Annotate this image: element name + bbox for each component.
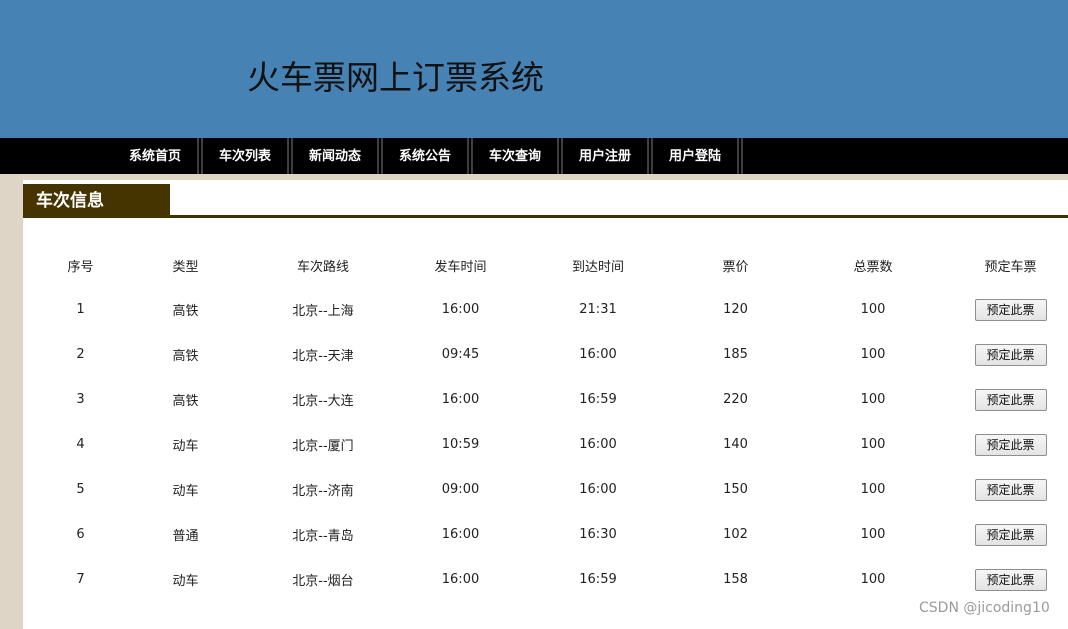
cell-book: 预定此票 [963,557,1058,602]
cell-arrival: 21:31 [579,302,617,317]
table-row: 4 动车 北京--厦门 10:59 16:00 140 100 预定此票 [23,422,1058,467]
cell-arrival: 16:59 [579,572,617,587]
nav-item-login[interactable]: 用户登陆 [653,138,743,174]
cell-index: 7 [76,572,85,587]
cell-departure: 16:00 [441,572,480,587]
cell-price: 102 [723,527,748,542]
column-header-arrival: 到达时间 [571,259,624,275]
nav-item-news[interactable]: 新闻动态 [293,138,383,174]
cell-book: 预定此票 [963,467,1058,512]
train-table: 序号 类型 车次路线 发车时间 到达时间 票价 总票数 预定车票 1 高铁 北京… [23,243,1058,602]
table-row: 7 动车 北京--烟台 16:00 16:59 158 100 预定此票 [23,557,1058,602]
cell-price: 150 [723,482,748,497]
nav-list: 系统首页 车次列表 新闻动态 系统公告 车次查询 用户注册 用户登陆 [113,138,743,174]
cell-price: 120 [723,302,748,317]
cell-price: 158 [723,572,748,587]
cell-index: 1 [76,302,85,317]
cell-total-tickets: 100 [860,392,886,407]
book-ticket-button[interactable]: 预定此票 [974,568,1047,591]
cell-route: 北京--济南 [292,484,354,499]
column-header-book: 预定车票 [984,259,1037,275]
cell-total-tickets: 100 [860,437,886,452]
cell-type: 动车 [172,484,199,499]
main-content: 车次信息 序号 类型 车次路线 发车时间 到达时间 票价 总票数 预定车票 1 … [23,180,1068,629]
book-ticket-button[interactable]: 预定此票 [974,523,1047,546]
section-title: 车次信息 [23,184,170,218]
book-ticket-button[interactable]: 预定此票 [974,388,1047,411]
nav-item-train-search[interactable]: 车次查询 [473,138,563,174]
table-row: 1 高铁 北京--上海 16:00 21:31 120 100 预定此票 [23,287,1058,332]
cell-total-tickets: 100 [860,347,886,362]
cell-price: 140 [723,437,748,452]
cell-total-tickets: 100 [860,572,886,587]
cell-route: 北京--青岛 [292,529,354,544]
cell-book: 预定此票 [963,512,1058,557]
cell-type: 动车 [172,439,199,454]
nav-item-announcements[interactable]: 系统公告 [383,138,473,174]
column-header-total-tickets: 总票数 [853,259,893,275]
cell-departure: 09:00 [441,482,480,497]
cell-arrival: 16:59 [579,392,617,407]
table-header-row: 序号 类型 车次路线 发车时间 到达时间 票价 总票数 预定车票 [23,243,1058,287]
column-header-price: 票价 [722,259,749,275]
cell-departure: 09:45 [441,347,480,362]
cell-arrival: 16:00 [579,437,617,452]
cell-book: 预定此票 [963,287,1058,332]
cell-index: 3 [76,392,85,407]
book-ticket-button[interactable]: 预定此票 [974,478,1047,501]
section-header: 车次信息 [23,184,1068,218]
cell-departure: 16:00 [441,527,480,542]
table-row: 2 高铁 北京--天津 09:45 16:00 185 100 预定此票 [23,332,1058,377]
book-ticket-button[interactable]: 预定此票 [974,343,1047,366]
table-row: 6 普通 北京--青岛 16:00 16:30 102 100 预定此票 [23,512,1058,557]
cell-total-tickets: 100 [860,302,886,317]
cell-book: 预定此票 [963,377,1058,422]
table-row: 3 高铁 北京--大连 16:00 16:59 220 100 预定此票 [23,377,1058,422]
cell-index: 5 [76,482,85,497]
cell-arrival: 16:30 [579,527,617,542]
cell-route: 北京--天津 [292,349,354,364]
watermark: CSDN @jicoding10 [919,600,1050,616]
cell-total-tickets: 100 [860,527,886,542]
cell-type: 动车 [172,574,199,589]
cell-route: 北京--厦门 [292,439,354,454]
cell-index: 2 [76,347,85,362]
column-header-index: 序号 [67,259,94,275]
nav-item-train-list[interactable]: 车次列表 [203,138,293,174]
table-row: 5 动车 北京--济南 09:00 16:00 150 100 预定此票 [23,467,1058,512]
cell-departure: 10:59 [441,437,480,452]
cell-departure: 16:00 [441,302,480,317]
cell-total-tickets: 100 [860,482,886,497]
cell-book: 预定此票 [963,332,1058,377]
cell-route: 北京--烟台 [292,574,354,589]
site-header: 火车票网上订票系统 [0,0,1068,138]
column-header-route: 车次路线 [296,259,349,275]
book-ticket-button[interactable]: 预定此票 [974,298,1047,321]
cell-arrival: 16:00 [579,482,617,497]
cell-index: 4 [76,437,85,452]
cell-type: 普通 [172,529,199,544]
column-header-type: 类型 [172,259,199,275]
cell-index: 6 [76,527,85,542]
site-title: 火车票网上订票系统 [247,58,544,97]
column-header-departure: 发车时间 [434,259,487,275]
cell-price: 220 [723,392,748,407]
cell-arrival: 16:00 [579,347,617,362]
cell-type: 高铁 [172,349,199,364]
cell-route: 北京--大连 [292,394,354,409]
cell-route: 北京--上海 [292,304,354,319]
cell-type: 高铁 [172,394,199,409]
cell-departure: 16:00 [441,392,480,407]
book-ticket-button[interactable]: 预定此票 [974,433,1047,456]
nav-item-register[interactable]: 用户注册 [563,138,653,174]
cell-book: 预定此票 [963,422,1058,467]
main-nav: 系统首页 车次列表 新闻动态 系统公告 车次查询 用户注册 用户登陆 [0,138,1068,174]
nav-item-home[interactable]: 系统首页 [113,138,203,174]
cell-price: 185 [723,347,748,362]
cell-type: 高铁 [172,304,199,319]
